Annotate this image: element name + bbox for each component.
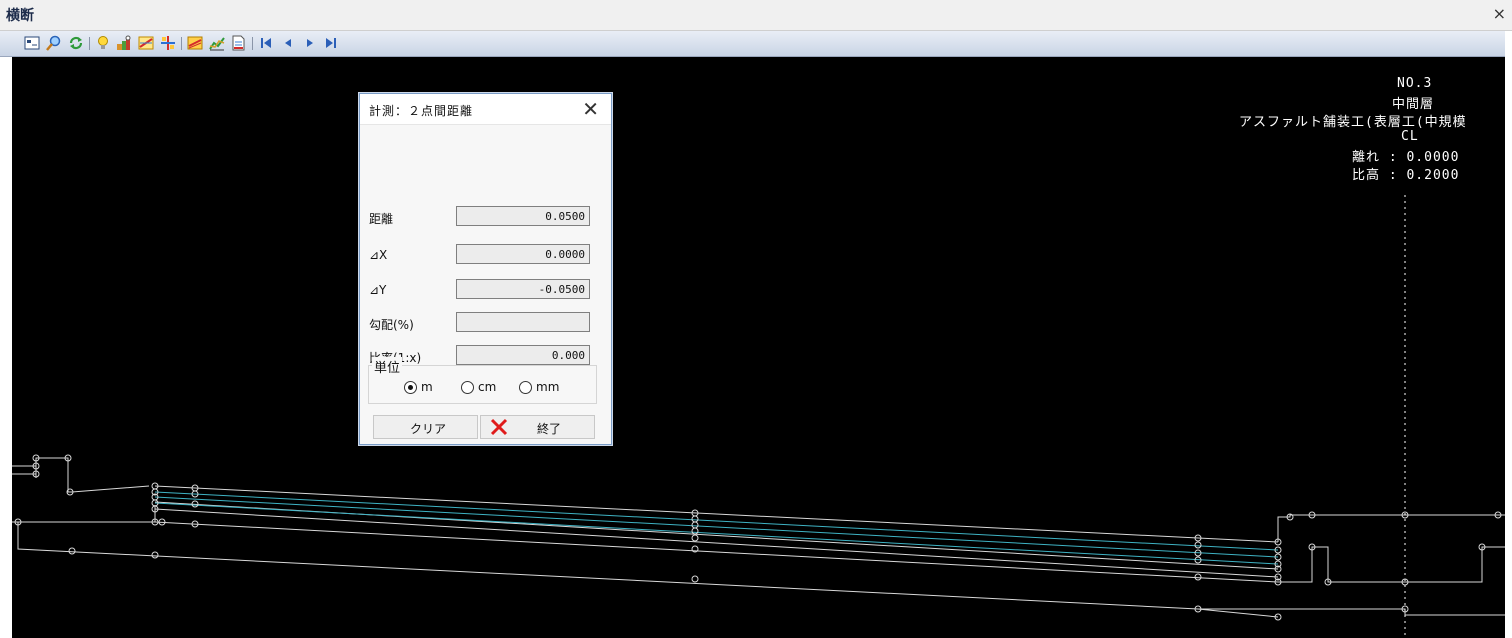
- right-edge: [1505, 31, 1512, 638]
- distance-field[interactable]: 0.0500: [456, 206, 590, 226]
- toolbar-separator: [89, 37, 90, 50]
- window-close-button[interactable]: ×: [1493, 4, 1506, 23]
- toolbar-separator: [181, 37, 182, 50]
- window-title: 横断: [6, 8, 34, 24]
- unit-radio-mm[interactable]: mm: [519, 380, 559, 394]
- unit-radio-cm-label: cm: [478, 380, 497, 394]
- document-icon[interactable]: [230, 35, 246, 51]
- refresh-icon[interactable]: [68, 35, 84, 51]
- unit-radio-m[interactable]: m: [404, 380, 433, 394]
- chart-icon[interactable]: [209, 35, 225, 51]
- grid-icon[interactable]: [160, 35, 176, 51]
- unit-group-label: 単位: [372, 357, 403, 376]
- measurement-dialog: 計測：２点間距離 ✕ 距離 0.0500 ⊿X 0.0000 ⊿Y -0.050…: [359, 93, 612, 445]
- work-label: アスファルト舗装工(表層工(中規模: [1239, 115, 1467, 130]
- delta-x-label: ⊿X: [369, 248, 388, 262]
- zoom-icon[interactable]: [46, 35, 62, 51]
- next-icon[interactable]: [302, 35, 318, 51]
- left-edge: [0, 57, 12, 638]
- cross-section-canvas[interactable]: NO.3 中間層 アスファルト舗装工(表層工(中規模 CL 離れ : 0.000…: [12, 57, 1505, 638]
- unit-radio-mm-label: mm: [536, 380, 560, 394]
- toolbar-separator: [252, 37, 253, 50]
- gradient-label: 勾配(%): [369, 318, 414, 332]
- delta-y-label: ⊿Y: [369, 283, 387, 297]
- offset-label: 離れ : 0.0000: [1352, 150, 1460, 165]
- station-label: NO.3: [1397, 76, 1433, 91]
- ratio-field[interactable]: 0.000: [456, 345, 590, 365]
- last-icon[interactable]: [323, 35, 339, 51]
- gradient-field[interactable]: [456, 312, 590, 332]
- cl-label: CL: [1401, 129, 1419, 144]
- delta-y-field[interactable]: -0.0500: [456, 279, 590, 299]
- toolbar: [0, 31, 1512, 57]
- height-label: 比高 : 0.2000: [1352, 168, 1460, 183]
- radio-selected-indicator: [404, 381, 417, 394]
- dialog-close-button[interactable]: ✕: [582, 97, 599, 121]
- radio-indicator: [461, 381, 474, 394]
- exit-button-label: 終了: [537, 422, 562, 436]
- preview-icon[interactable]: [24, 35, 40, 51]
- window-titlebar: 横断 ×: [0, 0, 1512, 31]
- bulb-icon[interactable]: [95, 35, 111, 51]
- first-icon[interactable]: [258, 35, 274, 51]
- unit-group: 単位 m cm mm: [368, 357, 597, 404]
- radio-indicator: [519, 381, 532, 394]
- close-x-icon: [490, 418, 508, 436]
- unit-radio-cm[interactable]: cm: [461, 380, 496, 394]
- distance-label: 距離: [369, 212, 394, 226]
- measure-icon[interactable]: [138, 35, 154, 51]
- layer-icon[interactable]: [187, 35, 203, 51]
- cross-section-drawing: [12, 195, 1505, 638]
- delta-x-field[interactable]: 0.0000: [456, 244, 590, 264]
- prev-icon[interactable]: [280, 35, 296, 51]
- dialog-header[interactable]: 計測：２点間距離 ✕: [360, 94, 611, 125]
- clear-button-label: クリア: [410, 422, 447, 436]
- dialog-title: 計測：２点間距離: [369, 104, 474, 118]
- settings-tool-icon[interactable]: [116, 35, 132, 51]
- clear-button[interactable]: クリア: [373, 415, 478, 439]
- exit-button[interactable]: 終了: [480, 415, 595, 439]
- layer-label: 中間層: [1392, 97, 1435, 112]
- unit-radio-m-label: m: [421, 380, 433, 394]
